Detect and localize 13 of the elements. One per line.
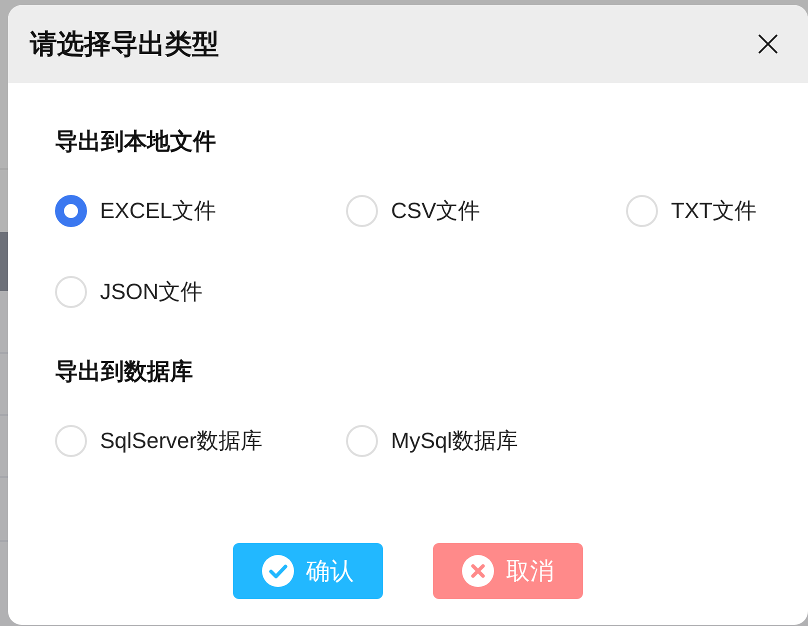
radio-label[interactable]: SqlServer数据库 bbox=[100, 426, 263, 456]
radio-label[interactable]: TXT文件 bbox=[671, 196, 757, 226]
section-heading: 导出到数据库 bbox=[55, 357, 193, 385]
radio-label[interactable]: CSV文件 bbox=[391, 196, 480, 226]
section-heading: 导出到本地文件 bbox=[55, 127, 216, 155]
x-circle-icon bbox=[462, 555, 494, 587]
check-circle-icon bbox=[262, 555, 294, 587]
radio-button[interactable] bbox=[55, 195, 87, 227]
dialog-title: 请选择导出类型 bbox=[30, 28, 219, 61]
radio-label[interactable]: JSON文件 bbox=[100, 277, 203, 307]
radio-label[interactable]: EXCEL文件 bbox=[100, 196, 216, 226]
close-icon[interactable] bbox=[758, 34, 778, 54]
radio-label[interactable]: MySql数据库 bbox=[391, 426, 518, 456]
